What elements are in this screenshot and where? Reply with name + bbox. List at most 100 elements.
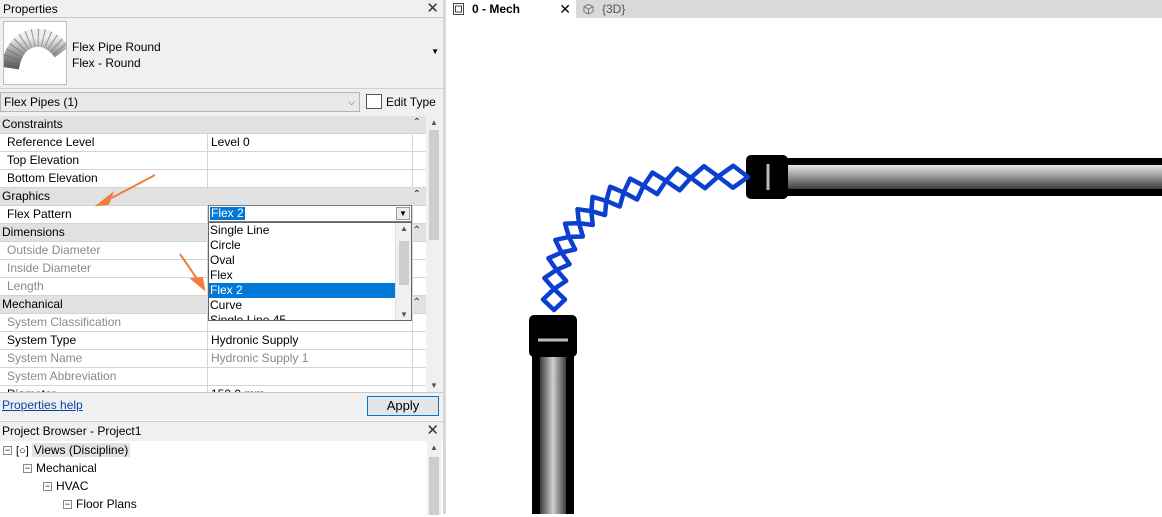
- dropdown-scrollbar[interactable]: ▲ ▼: [395, 223, 411, 320]
- instance-filter-label: Flex Pipes (1): [4, 95, 79, 109]
- properties-title-bar: Properties ✕: [0, 0, 443, 18]
- property-label: Top Elevation: [7, 153, 80, 167]
- scrollbar-thumb[interactable]: [429, 130, 439, 240]
- property-group-header[interactable]: Constraints ⌃: [0, 116, 426, 134]
- properties-title: Properties: [3, 2, 58, 16]
- type-name-label: Flex - Round: [72, 56, 141, 70]
- 3d-view-icon: [583, 3, 594, 15]
- flex-pattern-dropdown-list[interactable]: Single Line 45 Curve Flex 2 Flex Oval Circle S…: [208, 222, 412, 321]
- collapse-group-icon[interactable]: ⌃: [413, 225, 421, 236]
- type-selector[interactable]: Flex Pipe Round Flex - Round ▼: [0, 19, 443, 89]
- property-edit-cell: [412, 170, 426, 187]
- properties-help-link[interactable]: Properties help: [2, 398, 83, 412]
- property-label: System Abbreviation: [7, 369, 117, 383]
- scrollbar-thumb[interactable]: [429, 457, 439, 515]
- property-group-header[interactable]: Graphics ⌃: [0, 188, 426, 206]
- group-label: Constraints: [2, 117, 63, 131]
- dropdown-option[interactable]: Flex: [209, 268, 396, 283]
- project-browser-scrollbar[interactable]: ▲: [427, 441, 441, 515]
- group-label: Mechanical: [2, 297, 63, 311]
- tree-item-floor-plans[interactable]: − Floor Plans: [63, 496, 137, 513]
- project-browser: Project Browser - Project1 ✕ − [○] Views (…: [0, 421, 443, 515]
- scroll-down-icon[interactable]: ▼: [400, 310, 408, 319]
- tab-3d[interactable]: {3D}: [576, 0, 686, 18]
- dropdown-option[interactable]: Single Line: [209, 223, 396, 238]
- flex-segment: [540, 286, 568, 313]
- dropdown-option[interactable]: Flex 2: [209, 283, 396, 298]
- collapse-group-icon[interactable]: ⌃: [413, 117, 421, 128]
- property-value[interactable]: [207, 368, 412, 385]
- close-icon[interactable]: ✕: [559, 0, 571, 18]
- property-row[interactable]: System Abbreviation: [0, 368, 426, 386]
- close-icon[interactable]: ✕: [426, 0, 439, 18]
- edit-type-icon: [366, 94, 382, 109]
- flex-pattern-value[interactable]: Flex 2: [210, 207, 245, 220]
- scrollbar-thumb[interactable]: [399, 241, 409, 285]
- view-tab-bar: 0 - Mech ✕ {3D}: [446, 0, 1162, 18]
- horizontal-pipe[interactable]: [746, 155, 1162, 199]
- type-family-label: Flex Pipe Round: [72, 40, 161, 54]
- property-value[interactable]: Level 0: [207, 134, 412, 151]
- property-row[interactable]: System Name Hydronic Supply 1: [0, 350, 426, 368]
- tab-label: {3D}: [602, 2, 626, 16]
- collapse-group-icon[interactable]: ⌃: [413, 189, 421, 200]
- project-browser-title: Project Browser - Project1: [2, 424, 142, 438]
- dropdown-option[interactable]: Single Line 45: [209, 313, 396, 320]
- property-row[interactable]: Reference Level Level 0: [0, 134, 426, 152]
- vertical-pipe[interactable]: [529, 315, 577, 514]
- property-row[interactable]: Top Elevation: [0, 152, 426, 170]
- tree-item-label: HVAC: [56, 479, 89, 493]
- collapse-group-icon[interactable]: ⌃: [413, 297, 421, 308]
- flex-segment: [546, 250, 572, 273]
- dropdown-arrow-icon[interactable]: ▼: [431, 47, 439, 56]
- collapse-icon[interactable]: −: [3, 446, 12, 456]
- tree-item-views[interactable]: − [○] Views (Discipline): [3, 442, 131, 459]
- property-label: Outside Diameter: [7, 243, 101, 257]
- pipe-drawing: [529, 155, 1162, 514]
- flex-pattern-combobox[interactable]: Flex 2 ▼: [208, 205, 412, 222]
- close-icon[interactable]: ✕: [426, 422, 439, 440]
- property-grid-scrollbar[interactable]: ▲ ▼: [427, 116, 441, 392]
- instance-filter-dropdown[interactable]: Flex Pipes (1) ⌵: [0, 92, 360, 112]
- tree-item-mechanical[interactable]: − Mechanical: [23, 460, 97, 477]
- dropdown-option[interactable]: Curve: [209, 298, 396, 313]
- property-edit-cell: [412, 314, 426, 331]
- group-label: Dimensions: [2, 225, 65, 239]
- flex-segment: [688, 163, 721, 191]
- property-value[interactable]: [207, 170, 412, 187]
- edit-type-label: Edit Type: [386, 95, 436, 109]
- scroll-up-icon[interactable]: ▲: [400, 224, 408, 233]
- property-edit-cell: [412, 260, 426, 277]
- property-edit-cell: [412, 350, 426, 367]
- tree-item-hvac[interactable]: − HVAC: [43, 478, 88, 495]
- chevron-down-icon[interactable]: ▼: [396, 207, 410, 220]
- flex-segment: [663, 166, 694, 193]
- dropdown-option[interactable]: Oval: [209, 253, 396, 268]
- views-icon: [○]: [16, 445, 29, 457]
- flex-segment: [715, 163, 751, 191]
- edit-type-button[interactable]: Edit Type: [364, 92, 439, 112]
- scroll-up-icon[interactable]: ▲: [430, 443, 438, 452]
- property-value[interactable]: Hydronic Supply: [207, 332, 412, 349]
- dropdown-option[interactable]: Circle: [209, 238, 396, 253]
- property-row[interactable]: Bottom Elevation: [0, 170, 426, 188]
- collapse-icon[interactable]: −: [43, 482, 52, 492]
- scroll-down-icon[interactable]: ▼: [430, 381, 438, 390]
- scroll-up-icon[interactable]: ▲: [430, 118, 438, 127]
- tree-item-label: Views (Discipline): [31, 443, 131, 457]
- property-label: Length: [7, 279, 44, 293]
- apply-button[interactable]: Apply: [367, 396, 439, 416]
- property-edit-cell: [412, 278, 426, 295]
- tree-item-label: Floor Plans: [76, 497, 137, 511]
- collapse-icon[interactable]: −: [63, 500, 72, 510]
- flex-segment: [604, 184, 626, 209]
- property-value[interactable]: Hydronic Supply 1: [207, 350, 412, 367]
- drawing-canvas[interactable]: [446, 18, 1162, 514]
- flex-pipe[interactable]: [540, 163, 751, 313]
- property-row[interactable]: System Type Hydronic Supply: [0, 332, 426, 350]
- flex-segment: [542, 267, 569, 292]
- floor-plan-icon: [453, 3, 464, 15]
- tab-0-mech[interactable]: 0 - Mech ✕: [446, 0, 576, 18]
- collapse-icon[interactable]: −: [23, 464, 32, 474]
- property-value[interactable]: [207, 152, 412, 169]
